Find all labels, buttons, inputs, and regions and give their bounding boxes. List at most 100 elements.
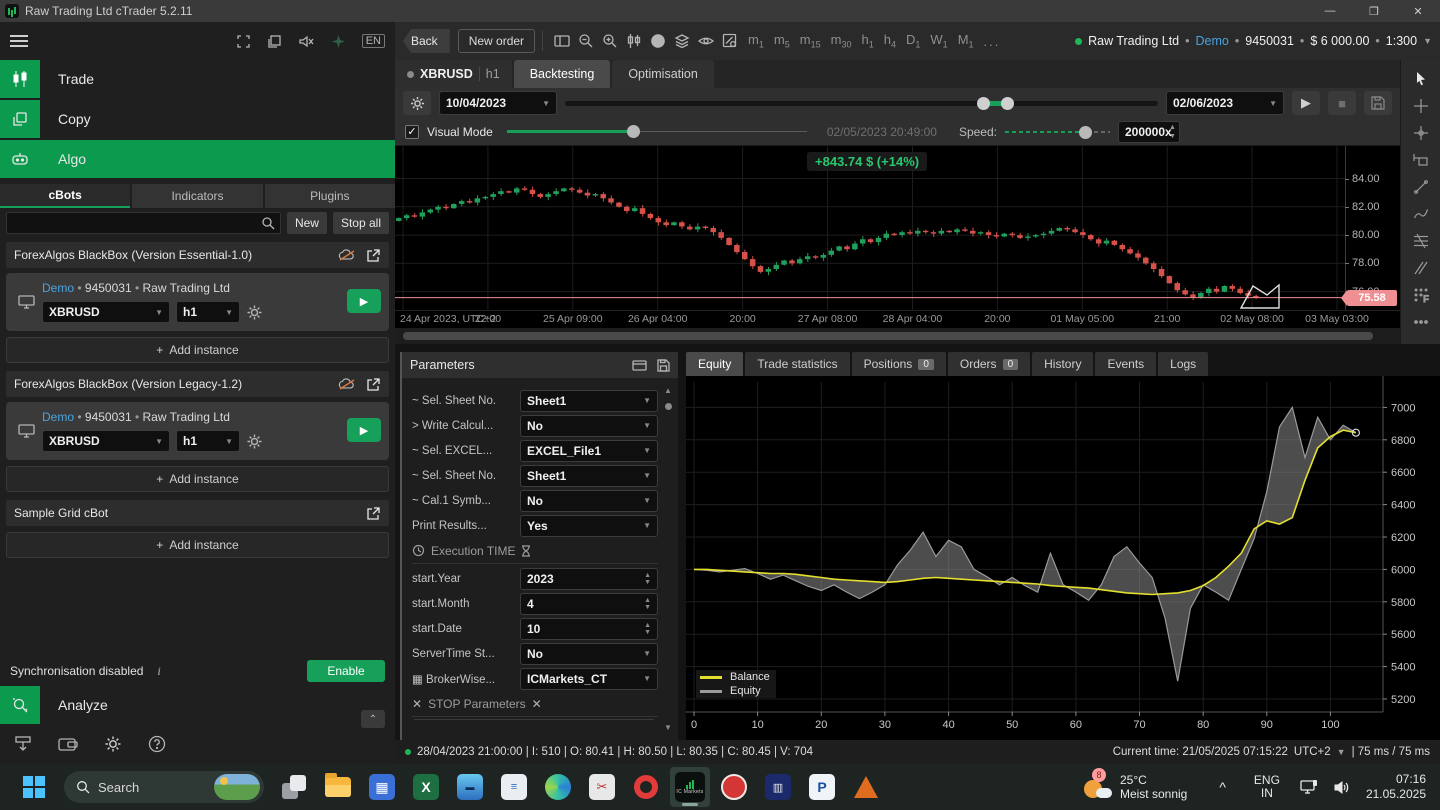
- taskbar-item-notepad[interactable]: ≡: [494, 767, 534, 807]
- parameter-select[interactable]: No▼: [520, 415, 658, 437]
- tray-chevron-icon[interactable]: ^: [1219, 779, 1226, 795]
- price-axis[interactable]: 84.0082.0080.0078.0076.0075.58: [1345, 146, 1400, 310]
- help-icon[interactable]: [148, 735, 166, 753]
- speed-value-spinner[interactable]: 200000x ▲▼: [1118, 121, 1180, 143]
- sidebar-item-copy[interactable]: Copy: [0, 100, 395, 138]
- start-date-select[interactable]: 10/04/2023▼: [439, 91, 557, 115]
- more-icon[interactable]: [1409, 313, 1433, 331]
- parameter-spinner[interactable]: 4▲▼: [520, 593, 658, 615]
- tab-history[interactable]: History: [1032, 352, 1093, 376]
- tab-events[interactable]: Events: [1095, 352, 1156, 376]
- taskbar-item-paypal[interactable]: P: [802, 767, 842, 807]
- collapse-panel-button[interactable]: ⌃: [361, 710, 385, 728]
- end-date-select[interactable]: 02/06/2023▼: [1166, 91, 1284, 115]
- parameter-select[interactable]: No▼: [520, 643, 658, 665]
- pattern-icon[interactable]: F: [1409, 286, 1433, 304]
- taskbar-item-snipping[interactable]: ✂: [582, 767, 622, 807]
- pointer-icon[interactable]: [1409, 70, 1433, 88]
- range-handle-start[interactable]: [977, 97, 990, 110]
- enable-sync-button[interactable]: Enable: [307, 660, 385, 682]
- chart-scrollbar-thumb[interactable]: [403, 332, 1373, 340]
- weather-widget[interactable]: 8 25°CMeist sonnig: [1078, 773, 1187, 801]
- timeframe-h4[interactable]: h4: [884, 32, 896, 50]
- add-instance-button[interactable]: +Add instance: [6, 532, 389, 558]
- taskbar-item-start[interactable]: [14, 767, 54, 807]
- apps-icon[interactable]: [331, 34, 346, 49]
- cbot-header[interactable]: ForexAlgos BlackBox (Version Legacy-1.2): [6, 371, 389, 397]
- more-timeframes-button[interactable]: ...: [984, 34, 1001, 49]
- taskbar-item-stocks[interactable]: ▥: [758, 767, 798, 807]
- tab-optimisation[interactable]: Optimisation: [612, 60, 713, 88]
- cbot-instance[interactable]: Demo • 9450031 • Raw Trading Ltd XBRUSD▼…: [6, 402, 389, 460]
- stop-all-button[interactable]: Stop all: [333, 212, 389, 234]
- timeframe-W1[interactable]: W1: [930, 32, 947, 50]
- timeframe-h1[interactable]: h1: [861, 32, 873, 50]
- speed-handle[interactable]: [1079, 126, 1092, 139]
- open-external-icon[interactable]: [366, 377, 381, 391]
- eye-icon[interactable]: [695, 30, 717, 52]
- visual-mode-checkbox[interactable]: ✓: [405, 125, 419, 139]
- parameters-scrollbar[interactable]: ▲▼: [662, 386, 674, 732]
- back-button[interactable]: Back: [403, 29, 450, 53]
- zoom-in-icon[interactable]: [599, 30, 621, 52]
- replay-progress-handle[interactable]: [627, 125, 640, 138]
- fullscreen-icon[interactable]: [236, 34, 251, 49]
- taskbar-item-ctrader[interactable]: IC Markets: [670, 767, 710, 807]
- stop-backtest-button[interactable]: ■: [1328, 91, 1356, 115]
- add-instance-button[interactable]: +Add instance: [6, 466, 389, 492]
- fib-retracement-icon[interactable]: [1409, 232, 1433, 250]
- chart-settings-icon[interactable]: [719, 30, 741, 52]
- taskbar-item-edge[interactable]: [538, 767, 578, 807]
- add-instance-button[interactable]: +Add instance: [6, 337, 389, 363]
- time-axis[interactable]: 24 Apr 2023, UTC+222:0025 Apr 09:0026 Ap…: [395, 310, 1400, 328]
- symbol-select[interactable]: XBRUSD▼: [42, 430, 170, 452]
- parameter-select[interactable]: Sheet1▼: [520, 465, 658, 487]
- instance-settings-icon[interactable]: [246, 304, 263, 321]
- taskbar-item-explorer[interactable]: [318, 767, 358, 807]
- timeframe-select[interactable]: h1▼: [176, 430, 240, 452]
- account-selector[interactable]: Raw Trading Ltd• Demo• 9450031• $ 6 000.…: [1075, 34, 1432, 48]
- tab-positions[interactable]: Positions0: [852, 352, 946, 376]
- cbot-search-input[interactable]: [6, 212, 281, 234]
- settings-gear-icon[interactable]: [104, 735, 122, 753]
- network-icon[interactable]: [1300, 779, 1320, 795]
- timeframe-D1[interactable]: D1: [906, 32, 920, 50]
- indicators-icon[interactable]: f: [647, 30, 669, 52]
- parameter-section-6[interactable]: Execution TIME: [412, 538, 658, 564]
- layers-icon[interactable]: [671, 30, 693, 52]
- symbol-select[interactable]: XBRUSD▼: [42, 301, 170, 323]
- parameter-spinner[interactable]: 2023▲▼: [520, 568, 658, 590]
- parameter-select[interactable]: Sheet1▼: [520, 390, 658, 412]
- console-icon[interactable]: [632, 359, 647, 372]
- parameter-select[interactable]: No▼: [520, 490, 658, 512]
- play-backtest-button[interactable]: ▶: [1292, 91, 1320, 115]
- start-cbot-button[interactable]: ▶: [347, 418, 381, 442]
- close-button[interactable]: ✕: [1396, 0, 1440, 22]
- tab-indicators[interactable]: Indicators: [132, 184, 262, 208]
- cbot-header[interactable]: Sample Grid cBot: [6, 500, 389, 526]
- taskbar-item-matlab[interactable]: [846, 767, 886, 807]
- new-order-button[interactable]: New order: [458, 29, 535, 53]
- tab-plugins[interactable]: Plugins: [265, 184, 395, 208]
- sidebar-item-algo[interactable]: Algo: [0, 140, 395, 178]
- taskbar-item-browser-ring[interactable]: [626, 767, 666, 807]
- sound-muted-icon[interactable]: [298, 34, 315, 49]
- date-range-slider[interactable]: [565, 101, 1158, 106]
- open-external-icon[interactable]: [366, 506, 381, 520]
- menu-icon[interactable]: [10, 35, 28, 47]
- channel-icon[interactable]: [1409, 259, 1433, 277]
- parameter-select[interactable]: ICMarkets_CT▼: [520, 668, 658, 690]
- parameter-select[interactable]: Yes▼: [520, 515, 658, 537]
- wallet-icon[interactable]: [58, 736, 78, 752]
- sidebar-item-trade[interactable]: Trade: [0, 60, 395, 98]
- language-badge[interactable]: EN: [362, 34, 385, 48]
- timezone-select[interactable]: UTC+2: [1294, 746, 1331, 758]
- range-handle-end[interactable]: [1001, 97, 1014, 110]
- cbot-instance[interactable]: Demo • 9450031 • Raw Trading Ltd XBRUSD▼…: [6, 273, 389, 331]
- parameter-select[interactable]: EXCEL_File1▼: [520, 440, 658, 462]
- taskbar-item-excel[interactable]: X: [406, 767, 446, 807]
- minimize-button[interactable]: —: [1308, 0, 1352, 22]
- taskbar-item-forex-red[interactable]: [714, 767, 754, 807]
- sidebar-item-analyze[interactable]: Analyze: [0, 686, 395, 724]
- crosshair-icon[interactable]: [1409, 97, 1433, 115]
